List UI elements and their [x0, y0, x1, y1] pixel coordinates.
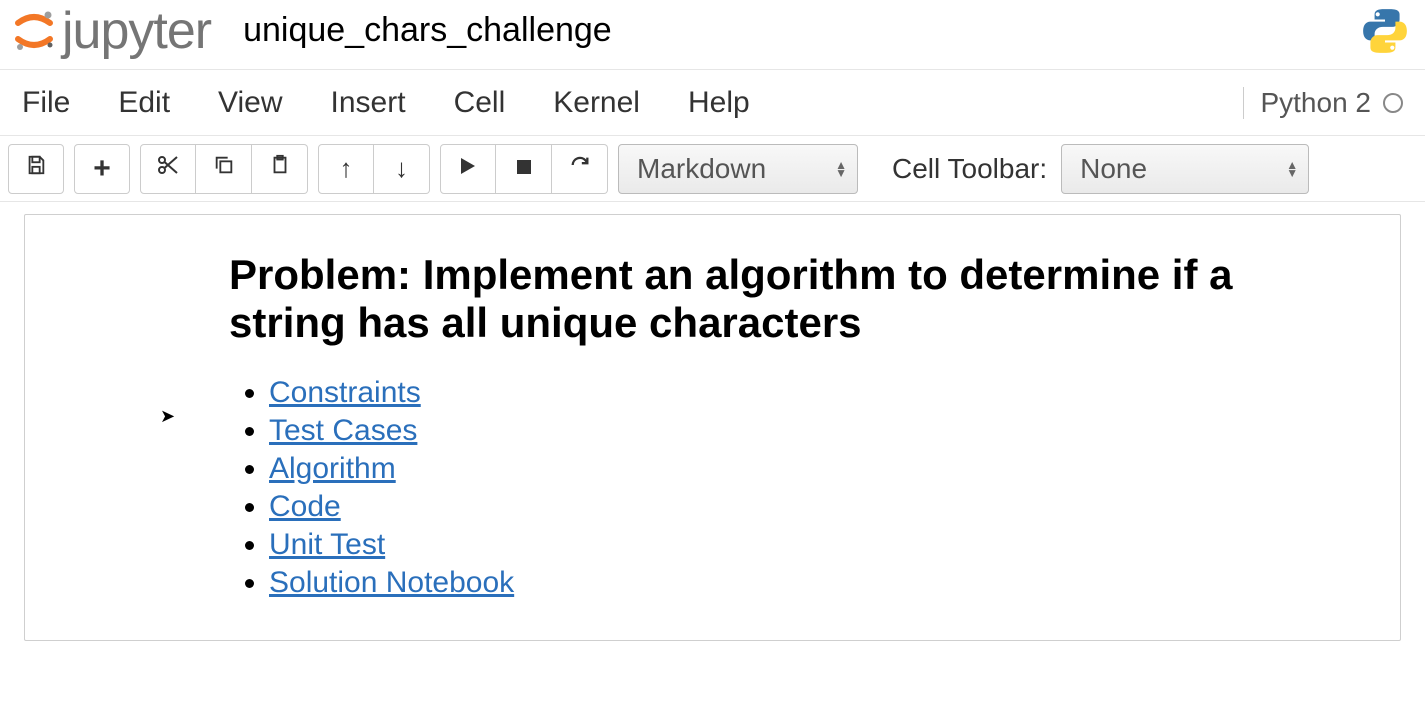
copy-icon [213, 154, 235, 183]
add-cell-button[interactable]: + [74, 144, 130, 194]
problem-heading: Problem: Implement an algorithm to deter… [229, 251, 1336, 348]
save-button[interactable] [8, 144, 64, 194]
toolbar: + ↑ ↓ [0, 136, 1425, 202]
list-item: Code [269, 490, 1336, 524]
kernel-status: Python 2 [1243, 87, 1403, 119]
run-button-group [440, 144, 608, 194]
refresh-icon [569, 154, 591, 183]
list-item: Constraints [269, 376, 1336, 410]
menu-kernel[interactable]: Kernel [553, 86, 640, 120]
move-down-button[interactable]: ↓ [374, 144, 430, 194]
markdown-cell[interactable]: Problem: Implement an algorithm to deter… [24, 214, 1401, 641]
cell-type-value: Markdown [637, 153, 766, 185]
list-item: Solution Notebook [269, 566, 1336, 600]
stop-icon [515, 155, 533, 183]
notebook-name[interactable]: unique_chars_challenge [243, 11, 612, 50]
toc-link-algorithm[interactable]: Algorithm [269, 452, 396, 485]
toc-link-unittest[interactable]: Unit Test [269, 528, 385, 561]
list-item: Algorithm [269, 452, 1336, 486]
jupyter-logo-text: jupyter [62, 1, 211, 61]
toc-list: Constraints Test Cases Algorithm Code Un… [229, 376, 1336, 600]
paste-button[interactable] [252, 144, 308, 194]
jupyter-logo-icon [12, 9, 56, 53]
copy-button[interactable] [196, 144, 252, 194]
select-carets-icon: ▲▼ [1286, 161, 1298, 177]
run-button[interactable] [440, 144, 496, 194]
cut-button[interactable] [140, 144, 196, 194]
move-button-group: ↑ ↓ [318, 144, 430, 194]
arrow-down-icon: ↓ [395, 153, 408, 184]
list-item: Test Cases [269, 414, 1336, 448]
cell-type-select[interactable]: Markdown ▲▼ [618, 144, 858, 194]
edit-button-group [140, 144, 308, 194]
toc-link-constraints[interactable]: Constraints [269, 376, 421, 409]
arrow-up-icon: ↑ [340, 153, 353, 184]
list-item: Unit Test [269, 528, 1336, 562]
interrupt-button[interactable] [496, 144, 552, 194]
cell-toolbar-value: None [1080, 153, 1147, 185]
menu-file[interactable]: File [22, 86, 70, 120]
move-up-button[interactable]: ↑ [318, 144, 374, 194]
restart-button[interactable] [552, 144, 608, 194]
notebook-area: Problem: Implement an algorithm to deter… [0, 202, 1425, 653]
scissors-icon [156, 153, 180, 184]
paste-icon [269, 154, 291, 183]
cell-toolbar-select[interactable]: None ▲▼ [1061, 144, 1309, 194]
menu-cell[interactable]: Cell [454, 86, 506, 120]
menu-edit[interactable]: Edit [118, 86, 170, 120]
save-icon [25, 154, 47, 183]
play-icon [459, 155, 477, 183]
toc-link-code[interactable]: Code [269, 490, 341, 523]
cell-toolbar-label: Cell Toolbar: [892, 153, 1047, 185]
menu-view[interactable]: View [218, 86, 282, 120]
menu-insert[interactable]: Insert [331, 86, 406, 120]
plus-icon: + [93, 152, 111, 186]
notebook-header: jupyter unique_chars_challenge [0, 0, 1425, 70]
toc-link-solution[interactable]: Solution Notebook [269, 566, 514, 599]
kernel-idle-indicator-icon [1383, 93, 1403, 113]
jupyter-logo[interactable]: jupyter [12, 1, 211, 61]
python-kernel-logo-icon [1357, 3, 1413, 59]
menu-help[interactable]: Help [688, 86, 750, 120]
toc-link-testcases[interactable]: Test Cases [269, 414, 417, 447]
menubar: File Edit View Insert Cell Kernel Help P… [0, 70, 1425, 136]
kernel-name: Python 2 [1260, 87, 1371, 119]
select-carets-icon: ▲▼ [835, 161, 847, 177]
